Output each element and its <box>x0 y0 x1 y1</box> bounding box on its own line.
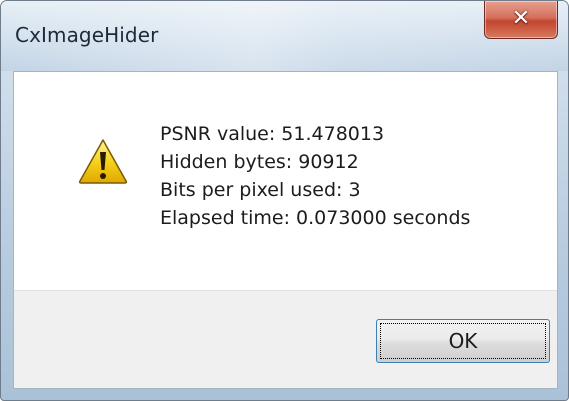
title-bar[interactable]: CxImageHider ✕ <box>1 1 568 71</box>
message-area: PSNR value: 51.478013 Hidden bytes: 9091… <box>14 72 557 290</box>
message-dialog: CxImageHider ✕ PSNR value: 51.478013 Hid… <box>0 0 569 401</box>
message-text: PSNR value: 51.478013 Hidden bytes: 9091… <box>160 120 470 232</box>
window-title: CxImageHider <box>15 23 159 47</box>
hidden-bytes-line: Hidden bytes: 90912 <box>160 151 359 173</box>
dialog-content: PSNR value: 51.478013 Hidden bytes: 9091… <box>13 71 558 389</box>
button-bar: OK <box>14 290 557 388</box>
ok-button[interactable]: OK <box>376 319 550 363</box>
psnr-value-line: PSNR value: 51.478013 <box>160 123 385 145</box>
close-icon: ✕ <box>511 6 531 31</box>
close-button[interactable]: ✕ <box>484 1 558 39</box>
warning-icon <box>78 139 128 184</box>
bits-per-pixel-line: Bits per pixel used: 3 <box>160 179 361 201</box>
elapsed-time-line: Elapsed time: 0.073000 seconds <box>160 207 471 229</box>
ok-button-label: OK <box>448 329 478 353</box>
